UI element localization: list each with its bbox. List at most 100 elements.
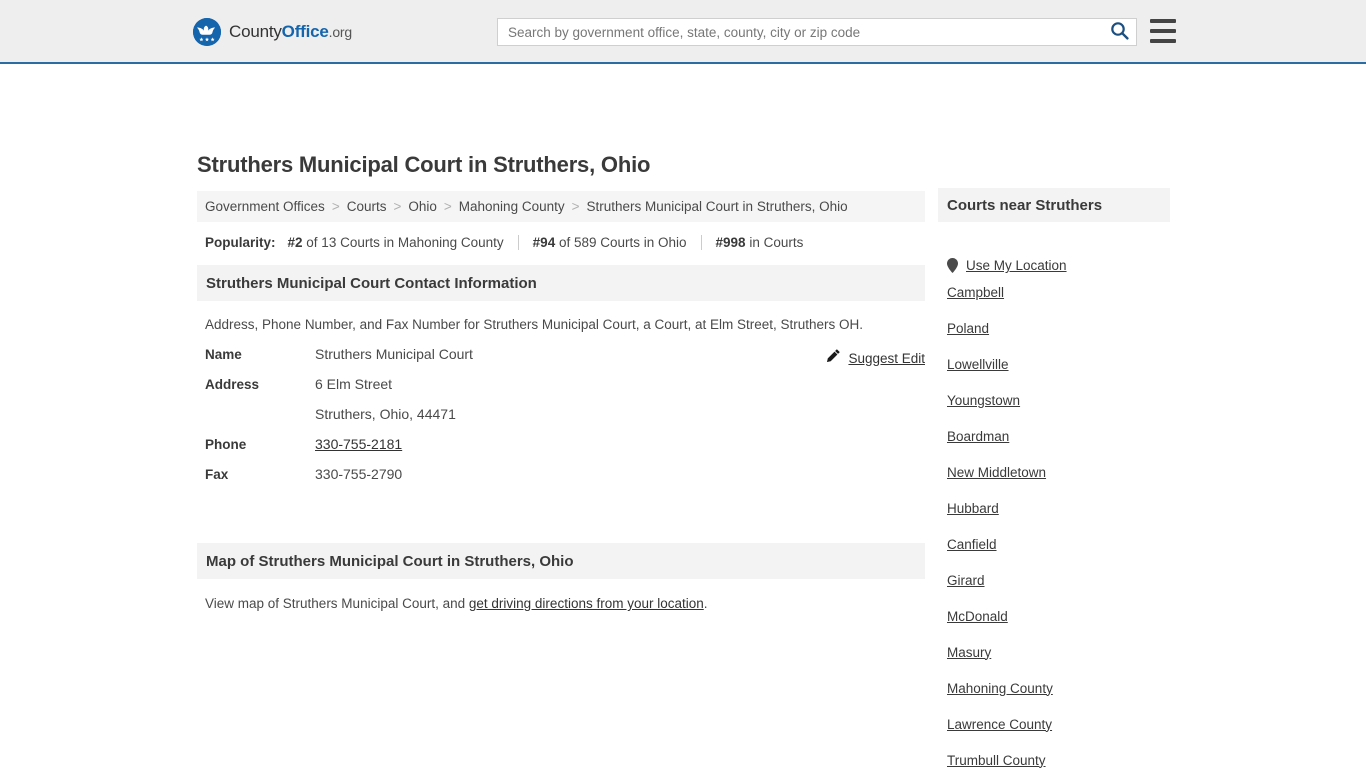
logo-text-office: Office <box>281 22 329 41</box>
driving-directions-link[interactable]: get driving directions from your locatio… <box>469 596 704 611</box>
sidebar-item-hubbard[interactable]: Hubbard <box>938 490 1170 526</box>
sidebar-item-trumbull-county[interactable]: Trumbull County <box>938 742 1170 768</box>
sidebar-link-mcdonald[interactable]: McDonald <box>947 609 1008 624</box>
info-key-name: Name <box>205 347 242 362</box>
popularity-rank-national: #998 <box>715 235 746 250</box>
sidebar-link-boardman[interactable]: Boardman <box>947 429 1009 444</box>
breadcrumb-item-mahoning-county[interactable]: Mahoning County <box>459 199 565 214</box>
breadcrumb-item-government-offices[interactable]: Government Offices <box>205 199 325 214</box>
contact-information-section: Struthers Municipal Court Contact Inform… <box>197 265 925 496</box>
popularity-text-state: of 589 Courts in Ohio <box>555 235 687 250</box>
sidebar-link-poland[interactable]: Poland <box>947 321 989 336</box>
sidebar-item-masury[interactable]: Masury <box>938 634 1170 670</box>
popularity-text-county: of 13 Courts in Mahoning County <box>302 235 504 250</box>
map-section-description: View map of Struthers Municipal Court, a… <box>197 579 925 611</box>
main-content-column: Government Offices > Courts > Ohio > Mah… <box>197 191 925 611</box>
breadcrumb-item-ohio[interactable]: Ohio <box>408 199 437 214</box>
sidebar-item-lowellville[interactable]: Lowellville <box>938 346 1170 382</box>
popularity-rank-state: #94 <box>532 235 556 250</box>
breadcrumb-separator-icon: > <box>571 199 580 214</box>
info-value-phone: 330-755-2181 <box>315 436 402 452</box>
popularity-item-national: #998 in Courts <box>716 235 804 250</box>
sidebar-link-masury[interactable]: Masury <box>947 645 991 660</box>
info-key-address: Address <box>205 377 260 392</box>
logo-text-org: .org <box>328 24 353 40</box>
info-key-fax: Fax <box>205 467 229 482</box>
hamburger-menu-icon-bar-2 <box>1150 29 1176 33</box>
page-title: Struthers Municipal Court in Struthers, … <box>197 152 651 177</box>
sidebar-link-lawrence-county[interactable]: Lawrence County <box>947 717 1052 732</box>
sidebar-link-hubbard[interactable]: Hubbard <box>947 501 999 516</box>
sidebar-link-campbell[interactable]: Campbell <box>947 285 1004 300</box>
contact-details-table: Suggest Edit Name Struthers Municipal Co… <box>197 346 925 496</box>
sidebar-link-lowellville[interactable]: Lowellville <box>947 357 1009 372</box>
popularity-divider <box>517 235 519 250</box>
popularity-row: Popularity: #2 of 13 Courts in Mahoning … <box>197 222 925 250</box>
suggest-edit-label: Suggest Edit <box>848 350 925 366</box>
info-value-name: Struthers Municipal Court <box>315 346 473 362</box>
logo-text-county: County <box>229 22 282 41</box>
info-value-fax: 330-755-2790 <box>315 466 403 482</box>
hamburger-menu-icon-bar-3 <box>1150 39 1176 43</box>
map-section-heading: Map of Struthers Municipal Court in Stru… <box>197 543 925 579</box>
popularity-text-national: in Courts <box>745 235 804 250</box>
sidebar-link-trumbull-county[interactable]: Trumbull County <box>947 753 1046 768</box>
search-button[interactable] <box>1102 19 1136 45</box>
breadcrumb-separator-icon: > <box>331 199 340 214</box>
eagle-shield-logo-icon <box>193 18 221 46</box>
pencil-edit-icon <box>826 348 841 368</box>
info-key-phone: Phone <box>205 437 247 452</box>
sidebar-item-lawrence-county[interactable]: Lawrence County <box>938 706 1170 742</box>
map-desc-after: . <box>703 596 708 611</box>
popularity-divider <box>700 235 702 250</box>
site-logo-link[interactable]: CountyOffice.org <box>193 18 352 46</box>
nearby-courts-sidebar: Courts near Struthers Use My Location Ca… <box>938 188 1170 768</box>
contact-section-description: Address, Phone Number, and Fax Number fo… <box>205 317 864 332</box>
sidebar-link-youngstown[interactable]: Youngstown <box>947 393 1020 408</box>
sidebar-item-mcdonald[interactable]: McDonald <box>938 598 1170 634</box>
contact-section-heading: Struthers Municipal Court Contact Inform… <box>197 265 925 301</box>
suggest-edit-link[interactable]: Suggest Edit <box>826 348 925 368</box>
sidebar-item-new-middletown[interactable]: New Middletown <box>938 454 1170 490</box>
breadcrumb-separator-icon: > <box>443 199 452 214</box>
info-row-address-line2: Struthers, Ohio, 44471 <box>205 406 917 436</box>
sidebar-link-new-middletown[interactable]: New Middletown <box>947 465 1046 480</box>
site-logo-text: CountyOffice.org <box>229 18 352 46</box>
sidebar-item-poland[interactable]: Poland <box>938 310 1170 346</box>
sidebar-item-canfield[interactable]: Canfield <box>938 526 1170 562</box>
info-row-fax: Fax 330-755-2790 <box>205 466 917 496</box>
sidebar-item-mahoning-county[interactable]: Mahoning County <box>938 670 1170 706</box>
sidebar-link-canfield[interactable]: Canfield <box>947 537 997 552</box>
popularity-label: Popularity: <box>205 235 276 250</box>
map-desc-before: View map of Struthers Municipal Court, a… <box>205 596 469 611</box>
info-value-address-city-state-zip: Struthers, Ohio, 44471 <box>315 406 456 422</box>
sidebar-link-girard[interactable]: Girard <box>947 573 985 588</box>
info-row-phone: Phone 330-755-2181 <box>205 436 917 466</box>
search-icon <box>1110 21 1129 43</box>
info-row-address: Address 6 Elm Street <box>205 376 917 406</box>
breadcrumb-item-current: Struthers Municipal Court in Struthers, … <box>586 199 848 214</box>
sidebar-item-use-my-location[interactable]: Use My Location <box>938 222 1170 274</box>
sidebar-link-list: Use My Location Campbell Poland Lowellvi… <box>938 222 1170 768</box>
site-header: CountyOffice.org <box>0 0 1366 64</box>
hamburger-menu-button[interactable] <box>1150 19 1176 43</box>
search-input[interactable] <box>498 19 1102 45</box>
search-bar[interactable] <box>497 18 1137 46</box>
breadcrumb-separator-icon: > <box>393 199 402 214</box>
sidebar-item-campbell[interactable]: Campbell <box>938 274 1170 310</box>
sidebar-item-youngstown[interactable]: Youngstown <box>938 382 1170 418</box>
sidebar-link-mahoning-county[interactable]: Mahoning County <box>947 681 1053 696</box>
info-row-name: Name Struthers Municipal Court <box>205 346 917 376</box>
sidebar-item-girard[interactable]: Girard <box>938 562 1170 598</box>
phone-link[interactable]: 330-755-2181 <box>315 436 402 452</box>
sidebar-heading: Courts near Struthers <box>938 188 1170 222</box>
popularity-item-state: #94 of 589 Courts in Ohio <box>533 235 687 250</box>
hamburger-menu-icon-bar-1 <box>1150 19 1176 23</box>
use-my-location-link[interactable]: Use My Location <box>966 258 1067 273</box>
popularity-item-county: #2 of 13 Courts in Mahoning County <box>288 235 504 250</box>
map-section: Map of Struthers Municipal Court in Stru… <box>197 543 925 611</box>
map-pin-icon <box>947 258 958 273</box>
breadcrumb-item-courts[interactable]: Courts <box>347 199 387 214</box>
popularity-rank-county: #2 <box>287 235 303 250</box>
sidebar-item-boardman[interactable]: Boardman <box>938 418 1170 454</box>
